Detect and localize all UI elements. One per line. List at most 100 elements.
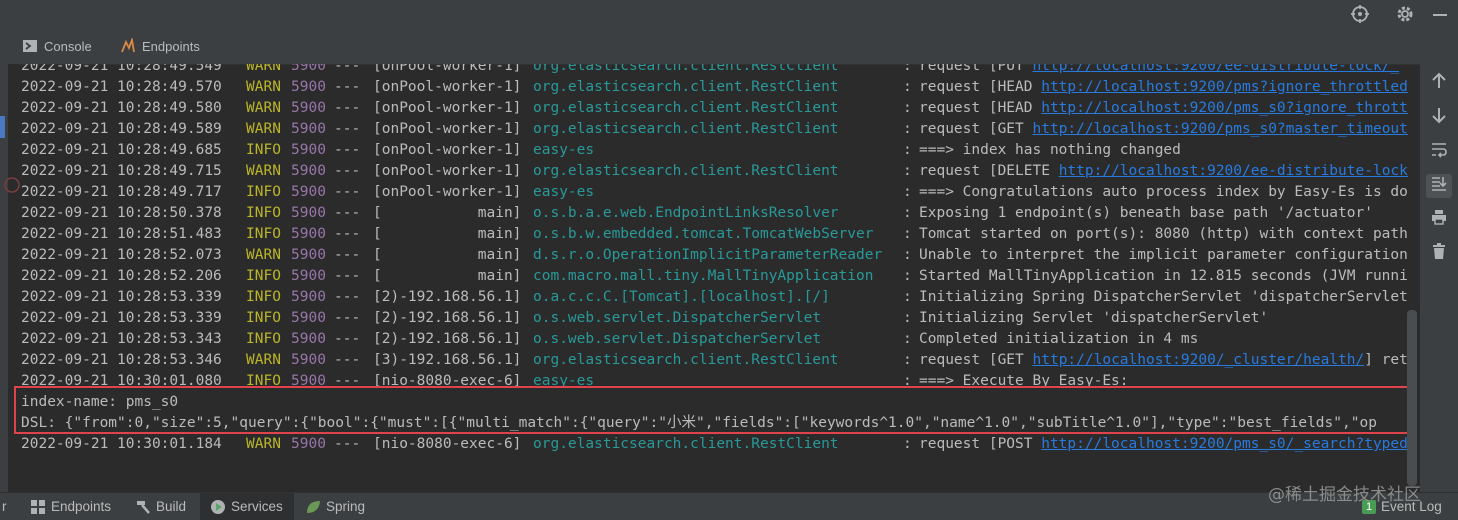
log-line: 2022-09-21 10:28:53.343 INFO 5900 --- [2)-19… <box>21 329 1419 350</box>
trash-icon[interactable] <box>1426 242 1452 266</box>
log-thread: [onPool-worker-1] <box>373 79 522 95</box>
log-message-wrap: Started MallTinyApplication in 12.815 se… <box>919 266 1408 287</box>
gear-icon[interactable] <box>1395 4 1415 24</box>
log-thread: [onPool-worker-1] <box>373 142 522 158</box>
log-thread: [ main] <box>373 247 522 263</box>
log-thread: [2)-192.168.56.1] <box>373 310 522 326</box>
log-logger: com.macro.mall.tiny.MallTinyApplication <box>533 268 874 284</box>
log-message-wrap: Initializing Spring DispatcherServlet 'd… <box>919 287 1408 308</box>
tab-endpoints[interactable]: Endpoints <box>120 34 200 58</box>
tab-console[interactable]: Console <box>22 34 92 58</box>
log-separator: --- <box>334 310 361 326</box>
bottom-tool-bar: r Endpoints Build Services Spring 1 Even… <box>0 492 1458 520</box>
log-pid: 5900 <box>291 331 326 347</box>
log-colon: : <box>903 352 912 368</box>
log-level: WARN <box>246 247 281 263</box>
log-timestamp: 2022-09-21 10:28:52.206 <box>21 268 222 284</box>
bottom-tab-services-label: Services <box>231 499 283 514</box>
log-message: request [PUT <box>919 64 1033 74</box>
bottom-tab-services[interactable]: Services <box>200 493 294 520</box>
log-message: Initializing Spring DispatcherServlet 'd… <box>919 289 1408 305</box>
log-logger: o.s.b.a.e.web.EndpointLinksResolver <box>533 205 839 221</box>
log-separator: --- <box>334 226 361 242</box>
log-message: ===> index has nothing changed <box>919 142 1181 158</box>
soft-wrap-icon[interactable] <box>1426 140 1452 164</box>
log-level: WARN <box>246 352 281 368</box>
log-timestamp: 2022-09-21 10:28:53.346 <box>21 352 222 368</box>
log-line: 2022-09-21 10:28:52.206 INFO 5900 --- [ main… <box>21 266 1419 287</box>
log-separator: --- <box>334 352 361 368</box>
log-logger: org.elasticsearch.client.RestClient <box>533 121 839 137</box>
gutter-marker-icon <box>4 177 20 193</box>
log-logger: easy-es <box>533 142 595 158</box>
log-timestamp: 2022-09-21 10:28:49.580 <box>21 100 222 116</box>
log-message: ===> Congratulations auto process index … <box>919 184 1408 200</box>
log-thread: [onPool-worker-1] <box>373 121 522 137</box>
log-line: 2022-09-21 10:28:49.715 WARN 5900 --- [onPoo… <box>21 161 1419 182</box>
minimize-icon[interactable] <box>1430 4 1450 24</box>
log-url-link[interactable]: http://localhost:9200/pms?ignore_throttl… <box>1041 79 1408 95</box>
log-thread: [onPool-worker-1] <box>373 100 522 116</box>
log-url-link[interactable]: http://localhost:9200/_cluster/health/ <box>1033 352 1365 368</box>
bottom-tab-endpoints-label: Endpoints <box>51 499 112 514</box>
log-logger: d.s.r.o.OperationImplicitParameterReader <box>533 247 883 263</box>
log-message-rest: ] ret <box>1364 352 1408 368</box>
bottom-tab-endpoints[interactable]: Endpoints <box>30 493 111 520</box>
log-url-link[interactable]: http://localhost:9200/ee-distribute-lock… <box>1033 64 1400 74</box>
log-separator: --- <box>334 79 361 95</box>
scroll-to-end-icon[interactable] <box>1426 174 1452 198</box>
crosshair-icon[interactable] <box>1350 4 1370 24</box>
log-logger: org.elasticsearch.client.RestClient <box>533 79 839 95</box>
log-url-link[interactable]: http://localhost:9200/pms_s0?master_time… <box>1033 121 1408 137</box>
log-timestamp: 2022-09-21 10:30:01.184 <box>21 436 222 452</box>
log-timestamp: 2022-09-21 10:28:49.685 <box>21 142 222 158</box>
log-colon: : <box>903 436 912 452</box>
log-message: Started MallTinyApplication in 12.815 se… <box>919 268 1408 284</box>
bottom-tab-spring[interactable]: Spring <box>305 493 365 520</box>
log-line: 2022-09-21 10:28:49.589 WARN 5900 --- [onPoo… <box>21 119 1419 140</box>
log-message-wrap: request [PUT http://localhost:9200/ee-di… <box>919 64 1399 77</box>
log-level: INFO <box>246 205 281 221</box>
log-colon: : <box>903 163 912 179</box>
log-level: WARN <box>246 163 281 179</box>
log-message: Completed initialization in 4 ms <box>919 331 1199 347</box>
log-timestamp: 2022-09-21 10:28:49.717 <box>21 184 222 200</box>
bottom-tab-build-label: Build <box>156 499 187 514</box>
bottom-tab-cut[interactable]: r <box>2 493 7 520</box>
log-separator: --- <box>334 289 361 305</box>
print-icon[interactable] <box>1426 208 1452 232</box>
log-colon: : <box>903 121 912 137</box>
bottom-tab-spring-label: Spring <box>326 499 366 514</box>
log-logger: org.elasticsearch.client.RestClient <box>533 352 839 368</box>
log-message-wrap: request [HEAD http://localhost:9200/pms?… <box>919 77 1408 98</box>
console-scrollbar-thumb[interactable] <box>1407 310 1417 486</box>
log-url-link[interactable]: http://localhost:9200/ee-distribute-lock <box>1059 163 1408 179</box>
log-message: request [DELETE <box>919 163 1059 179</box>
log-message-wrap: Completed initialization in 4 ms <box>919 329 1198 350</box>
down-arrow-icon[interactable] <box>1426 106 1452 130</box>
log-thread: [3)-192.168.56.1] <box>373 352 522 368</box>
log-logger: org.elasticsearch.client.RestClient <box>533 163 839 179</box>
log-thread: [onPool-worker-1] <box>373 163 522 179</box>
log-level: INFO <box>246 184 281 200</box>
log-colon: : <box>903 184 912 200</box>
log-timestamp: 2022-09-21 10:28:49.715 <box>21 163 222 179</box>
log-logger: o.s.web.servlet.DispatcherServlet <box>533 331 822 347</box>
endpoints-grid-icon <box>30 499 46 515</box>
bottom-tab-build[interactable]: Build <box>135 493 186 520</box>
log-message: request [GET <box>919 121 1033 137</box>
up-arrow-icon[interactable] <box>1426 72 1452 96</box>
log-timestamp: 2022-09-21 10:28:51.483 <box>21 226 222 242</box>
watermark: @稀土掘金技术社区 <box>1268 485 1421 505</box>
log-url-link[interactable]: http://localhost:9200/pms_s0/_search?typ… <box>1041 436 1408 452</box>
log-level: WARN <box>246 436 281 452</box>
log-timestamp: 2022-09-21 10:28:53.339 <box>21 289 222 305</box>
log-level: WARN <box>246 121 281 137</box>
log-colon: : <box>903 64 912 74</box>
log-message: request [HEAD <box>919 79 1042 95</box>
tab-console-label: Console <box>44 38 92 54</box>
log-separator: --- <box>334 163 361 179</box>
log-separator: --- <box>334 436 361 452</box>
log-url-link[interactable]: http://localhost:9200/pms_s0?ignore_thro… <box>1041 100 1408 116</box>
log-pid: 5900 <box>291 268 326 284</box>
